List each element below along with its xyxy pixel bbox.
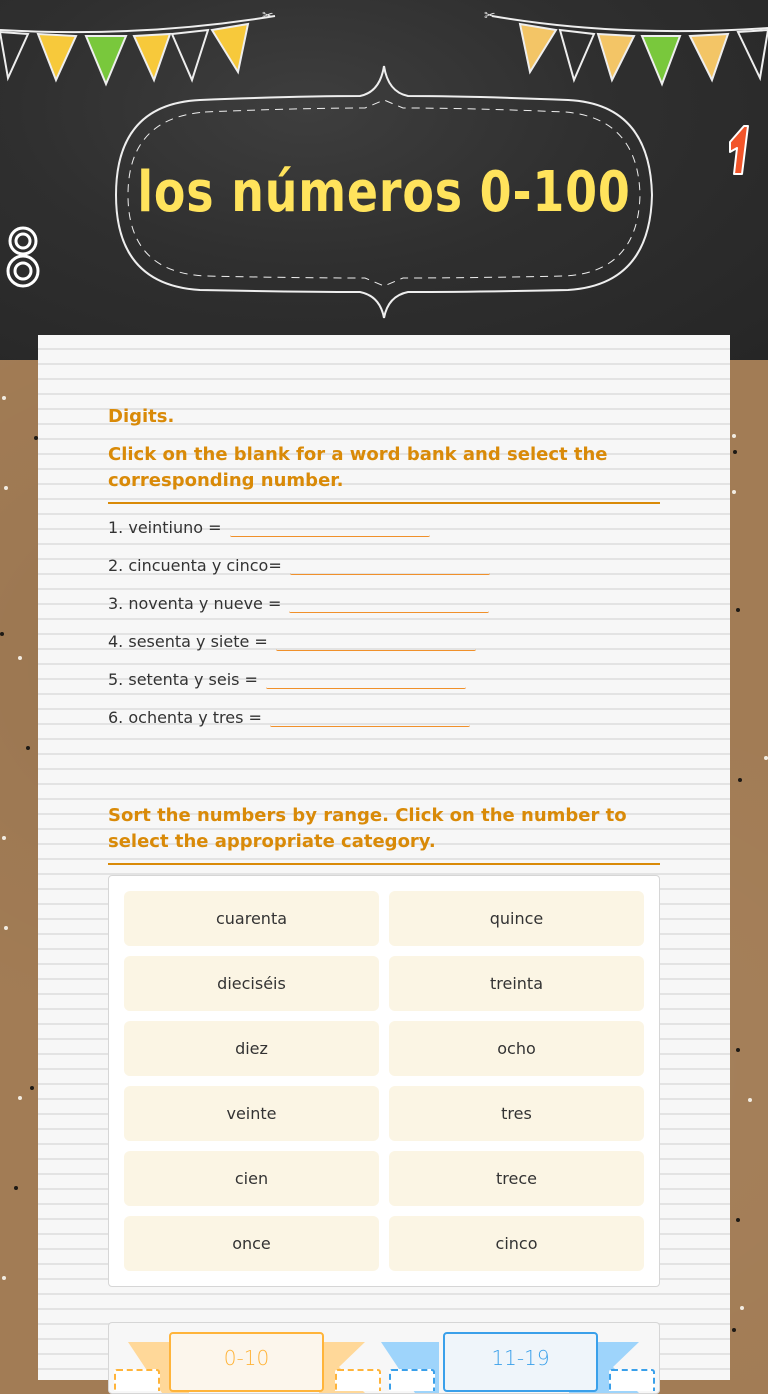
answer-blank[interactable] xyxy=(289,592,490,613)
answer-blank[interactable] xyxy=(275,630,476,651)
cork-dot xyxy=(732,490,736,494)
cork-dot xyxy=(18,656,22,660)
sort-item[interactable]: diez xyxy=(124,1021,379,1076)
sort-item[interactable]: cien xyxy=(124,1151,379,1206)
drop-zone-edge xyxy=(114,1369,160,1391)
answer-blank[interactable] xyxy=(265,668,466,689)
cork-dot xyxy=(4,926,8,930)
cork-dot xyxy=(732,434,736,438)
question-label: 1. veintiuno = xyxy=(108,518,222,537)
category-0-10[interactable]: 0-10 xyxy=(169,1332,324,1392)
cork-dot xyxy=(2,836,6,840)
question-label: 2. cincuenta y cinco= xyxy=(108,556,282,575)
sort-item[interactable]: dieciséis xyxy=(124,956,379,1011)
sort-item[interactable]: veinte xyxy=(124,1086,379,1141)
section-divider xyxy=(108,863,660,865)
category-11-19[interactable]: 11-19 xyxy=(443,1332,598,1392)
cork-dot xyxy=(14,1186,18,1190)
sort-item[interactable]: trece xyxy=(389,1151,644,1206)
page-title: los números 0-100 xyxy=(137,160,631,225)
question-label: 6. ochenta y tres = xyxy=(108,708,262,727)
sort-instructions: Sort the numbers by range. Click on the … xyxy=(108,805,627,852)
sort-item[interactable]: tres xyxy=(389,1086,644,1141)
categories-container: 0-10 11-19 xyxy=(108,1322,660,1394)
drop-zone-edge xyxy=(389,1369,435,1391)
cork-dot xyxy=(764,756,768,760)
cork-dot xyxy=(748,1098,752,1102)
question-label: 5. setenta y seis = xyxy=(108,670,258,689)
cork-dot xyxy=(733,450,737,454)
cork-dot xyxy=(736,1048,740,1052)
question-4: 4. sesenta y siete = xyxy=(108,630,476,651)
question-5: 5. setenta y seis = xyxy=(108,668,466,689)
cork-dot xyxy=(736,608,740,612)
chalkboard-header: ✂ ✂ los números 0-100 xyxy=(0,0,768,360)
cork-dot xyxy=(30,1086,34,1090)
sort-item[interactable]: cuarenta xyxy=(124,891,379,946)
cork-dot xyxy=(18,1096,22,1100)
section-heading-digits: Digits. xyxy=(108,406,175,427)
cork-dot xyxy=(732,1328,736,1332)
cork-dot xyxy=(738,778,742,782)
bunting-right-icon: ✂ xyxy=(484,8,768,87)
sort-item[interactable]: treinta xyxy=(389,956,644,1011)
cork-dot xyxy=(4,486,8,490)
question-1: 1. veintiuno = xyxy=(108,516,430,537)
sort-items-container: cuarenta quince dieciséis treinta diez o… xyxy=(108,875,660,1287)
question-3: 3. noventa y nueve = xyxy=(108,592,490,613)
question-label: 3. noventa y nueve = xyxy=(108,594,282,613)
sort-item[interactable]: ocho xyxy=(389,1021,644,1076)
cork-dot xyxy=(736,1218,740,1222)
cork-dot xyxy=(26,746,30,750)
drop-zone-edge xyxy=(335,1369,381,1391)
digits-instructions: Click on the blank for a word bank and s… xyxy=(108,444,608,491)
question-6: 6. ochenta y tres = xyxy=(108,706,470,727)
sort-item[interactable]: quince xyxy=(389,891,644,946)
svg-text:✂: ✂ xyxy=(262,8,274,24)
answer-blank[interactable] xyxy=(229,516,430,537)
drop-zone-edge xyxy=(609,1369,655,1391)
cork-dot xyxy=(2,396,6,400)
digit-eight-decoration-icon xyxy=(6,226,40,288)
cork-dot xyxy=(2,1276,6,1280)
svg-text:✂: ✂ xyxy=(484,8,496,24)
cork-dot xyxy=(0,632,4,636)
sort-item[interactable]: once xyxy=(124,1216,379,1271)
sort-item[interactable]: cinco xyxy=(389,1216,644,1271)
bunting-left-icon: ✂ xyxy=(0,8,276,87)
question-label: 4. sesenta y siete = xyxy=(108,632,268,651)
answer-blank[interactable] xyxy=(289,554,490,575)
cork-dot xyxy=(740,1306,744,1310)
digit-one-decoration-icon xyxy=(729,125,749,175)
answer-blank[interactable] xyxy=(269,706,470,727)
question-2: 2. cincuenta y cinco= xyxy=(108,554,490,575)
section-divider xyxy=(108,502,660,504)
